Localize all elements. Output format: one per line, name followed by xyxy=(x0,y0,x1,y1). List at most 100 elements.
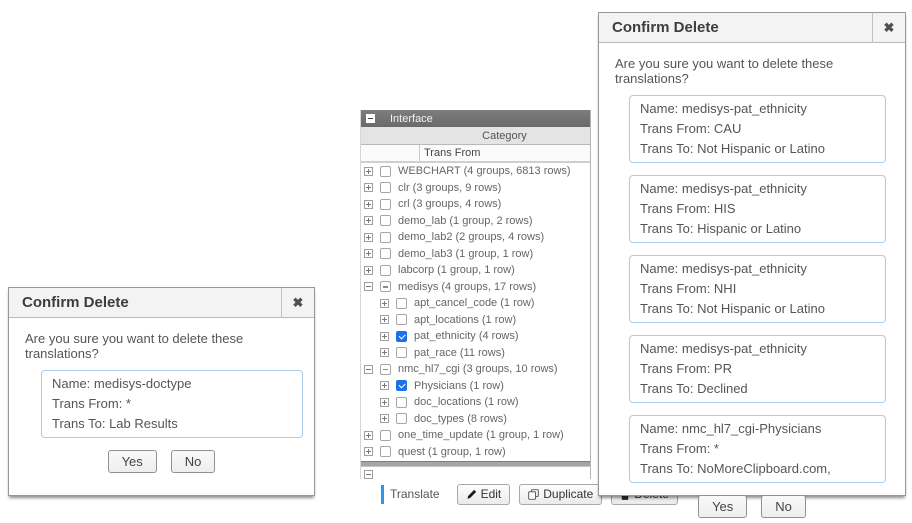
interface-panel: Interface Category Trans From WEBCHART (… xyxy=(360,110,591,479)
translation-from: Trans From: * xyxy=(640,439,875,459)
collapsed-group-row xyxy=(361,467,590,481)
tree-row-label[interactable]: apt_cancel_code (1 row) xyxy=(414,297,534,309)
tree-row: crl (3 groups, 4 rows) xyxy=(361,196,590,213)
tree-row-label[interactable]: apt_locations (1 row) xyxy=(414,314,516,326)
expand-toggle-icon[interactable] xyxy=(364,447,373,456)
expand-toggle-icon[interactable] xyxy=(380,315,389,324)
tree-row: quest (1 group, 1 row) xyxy=(361,444,590,461)
expand-toggle-icon[interactable] xyxy=(364,200,373,209)
edit-button[interactable]: Edit xyxy=(457,484,511,505)
duplicate-button-label: Duplicate xyxy=(543,487,593,501)
tree-row-label[interactable]: one_time_update (1 group, 1 row) xyxy=(398,429,564,441)
row-checkbox[interactable] xyxy=(396,331,407,342)
duplicate-button[interactable]: Duplicate xyxy=(519,484,602,505)
row-checkbox[interactable] xyxy=(396,314,407,325)
tree-row-label[interactable]: WEBCHART (4 groups, 6813 rows) xyxy=(398,165,571,177)
expand-toggle-icon[interactable] xyxy=(364,216,373,225)
expand-toggle-icon[interactable] xyxy=(364,167,373,176)
row-checkbox[interactable] xyxy=(380,430,391,441)
tree-row-label[interactable]: quest (1 group, 1 row) xyxy=(398,446,506,458)
collapse-icon[interactable] xyxy=(364,470,373,479)
edit-button-label: Edit xyxy=(481,487,502,501)
tree-row-label[interactable]: demo_lab (1 group, 2 rows) xyxy=(398,215,533,227)
row-checkbox[interactable] xyxy=(380,166,391,177)
tree-row-label[interactable]: pat_race (11 rows) xyxy=(414,347,505,359)
trans-from-column-header[interactable]: Trans From xyxy=(361,145,590,163)
row-checkbox[interactable] xyxy=(380,446,391,457)
translation-to: Trans To: Lab Results xyxy=(52,414,292,434)
tree-row-label[interactable]: pat_ethnicity (4 rows) xyxy=(414,330,519,342)
pencil-icon xyxy=(466,489,477,500)
row-checkbox[interactable] xyxy=(380,248,391,259)
tree-row-label[interactable]: demo_lab3 (1 group, 1 row) xyxy=(398,248,533,260)
tree-row: medisys (4 groups, 17 rows) xyxy=(361,279,590,296)
copy-icon xyxy=(528,489,539,500)
expand-toggle-icon[interactable] xyxy=(380,348,389,357)
translation-to: Trans To: Not Hispanic or Latino xyxy=(640,299,875,319)
tree-row-label[interactable]: clr (3 groups, 9 rows) xyxy=(398,182,501,194)
expand-toggle-icon[interactable] xyxy=(364,282,373,291)
tree-row-label[interactable]: Physicians (1 row) xyxy=(414,380,504,392)
tab-translate[interactable]: Translate xyxy=(390,487,440,501)
translation-from: Trans From: NHI xyxy=(640,279,875,299)
row-checkbox[interactable] xyxy=(396,413,407,424)
expand-toggle-icon[interactable] xyxy=(364,365,373,374)
tree-row: Physicians (1 row) xyxy=(361,378,590,395)
expand-toggle-icon[interactable] xyxy=(380,332,389,341)
confirm-message: Are you sure you want to delete these tr… xyxy=(9,318,314,361)
no-button[interactable]: No xyxy=(171,450,216,473)
panel-title: Interface xyxy=(390,113,433,125)
tree-row-label[interactable]: doc_types (8 rows) xyxy=(414,413,507,425)
tree-row-label[interactable]: nmc_hl7_cgi (3 groups, 10 rows) xyxy=(398,363,558,375)
expand-toggle-icon[interactable] xyxy=(364,233,373,242)
row-checkbox[interactable] xyxy=(396,347,407,358)
dialog-body: Are you sure you want to delete these tr… xyxy=(599,43,905,518)
row-checkbox[interactable] xyxy=(380,199,391,210)
expand-toggle-icon[interactable] xyxy=(364,183,373,192)
expand-toggle-icon[interactable] xyxy=(364,431,373,440)
expand-toggle-icon[interactable] xyxy=(380,398,389,407)
tree-row: demo_lab (1 group, 2 rows) xyxy=(361,213,590,230)
row-checkbox[interactable] xyxy=(396,397,407,408)
tree-row-label[interactable]: demo_lab2 (2 groups, 4 rows) xyxy=(398,231,544,243)
dialog-buttons: Yes No xyxy=(599,495,905,518)
close-icon[interactable]: ✖ xyxy=(281,288,314,318)
dialog-body: Are you sure you want to delete these tr… xyxy=(9,318,314,473)
translation-item: Name: medisys-pat_ethnicity Trans From: … xyxy=(629,175,886,243)
expand-toggle-icon[interactable] xyxy=(380,381,389,390)
expand-toggle-icon[interactable] xyxy=(380,299,389,308)
row-checkbox[interactable] xyxy=(396,298,407,309)
expand-toggle-icon[interactable] xyxy=(380,414,389,423)
translation-name: Name: medisys-doctype xyxy=(52,374,292,394)
row-checkbox[interactable] xyxy=(380,232,391,243)
translation-item: Name: medisys-doctype Trans From: * Tran… xyxy=(41,370,303,438)
no-button[interactable]: No xyxy=(761,495,806,518)
row-checkbox[interactable] xyxy=(380,215,391,226)
interface-header: Interface xyxy=(361,110,590,127)
yes-button[interactable]: Yes xyxy=(108,450,157,473)
expand-toggle-icon[interactable] xyxy=(364,249,373,258)
row-checkbox[interactable] xyxy=(380,281,391,292)
tree-row-label[interactable]: crl (3 groups, 4 rows) xyxy=(398,198,501,210)
screen: Interface Category Trans From WEBCHART (… xyxy=(0,0,912,523)
tree-row-label[interactable]: labcorp (1 group, 1 row) xyxy=(398,264,515,276)
expand-toggle-icon[interactable] xyxy=(364,266,373,275)
translation-from: Trans From: CAU xyxy=(640,119,875,139)
confirm-message: Are you sure you want to delete these tr… xyxy=(599,43,905,86)
row-checkbox[interactable] xyxy=(380,364,391,375)
translation-to: Trans To: Hispanic or Latino xyxy=(640,219,875,239)
category-column-header[interactable]: Category xyxy=(361,127,590,145)
confirm-delete-dialog-left: Confirm Delete ✖ Are you sure you want t… xyxy=(8,287,315,496)
row-checkbox[interactable] xyxy=(396,380,407,391)
translation-item: Name: medisys-pat_ethnicity Trans From: … xyxy=(629,255,886,323)
close-icon[interactable]: ✖ xyxy=(872,13,905,43)
translation-to: Trans To: Not Hispanic or Latino xyxy=(640,139,875,159)
tree-row: nmc_hl7_cgi (3 groups, 10 rows) xyxy=(361,361,590,378)
yes-button[interactable]: Yes xyxy=(698,495,747,518)
tree-row-label[interactable]: doc_locations (1 row) xyxy=(414,396,519,408)
collapse-all-icon[interactable] xyxy=(366,114,375,123)
row-checkbox[interactable] xyxy=(380,182,391,193)
active-tab-indicator xyxy=(381,485,384,504)
row-checkbox[interactable] xyxy=(380,265,391,276)
tree-row-label[interactable]: medisys (4 groups, 17 rows) xyxy=(398,281,536,293)
